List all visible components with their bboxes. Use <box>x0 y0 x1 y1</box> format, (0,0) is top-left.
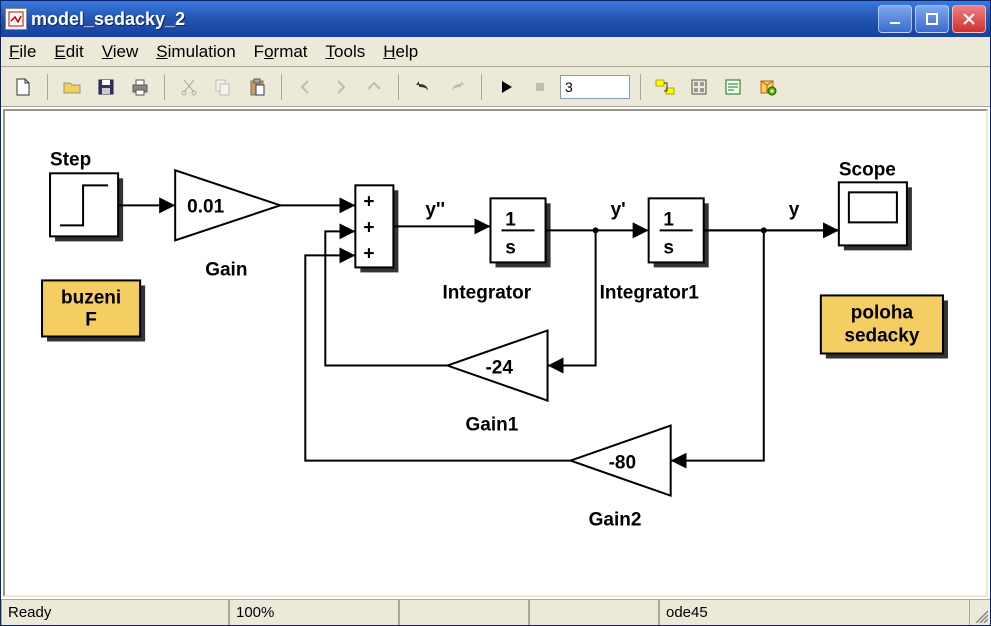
svg-text:poloha: poloha <box>851 302 914 323</box>
block-integrator[interactable]: 1 s Integrator <box>442 198 550 303</box>
svg-text:buzeni: buzeni <box>61 287 121 308</box>
svg-text:Integrator1: Integrator1 <box>600 282 700 303</box>
svg-text:Scope: Scope <box>839 159 896 180</box>
status-zoom: 100% <box>229 600 399 625</box>
app-window: model_sedacky_2 File Edit View Simulatio… <box>0 0 991 626</box>
svg-text:s: s <box>505 237 516 258</box>
note-poloha[interactable]: poloha sedacky <box>821 295 948 358</box>
redo-button[interactable] <box>443 73 471 101</box>
toolbar <box>1 67 990 107</box>
svg-text:-80: -80 <box>609 453 636 474</box>
up-button[interactable] <box>360 73 388 101</box>
svg-text:+: + <box>363 217 374 238</box>
svg-text:F: F <box>85 309 97 330</box>
model-canvas[interactable]: Step buzeni F 0.01 Gain <box>3 109 988 597</box>
block-gain2[interactable]: -80 Gain2 <box>571 426 671 531</box>
close-button[interactable] <box>952 5 986 33</box>
svg-text:Integrator: Integrator <box>442 282 531 303</box>
svg-text:+: + <box>363 243 374 264</box>
paste-button[interactable] <box>243 73 271 101</box>
diagram-svg: Step buzeni F 0.01 Gain <box>5 111 986 595</box>
svg-text:1: 1 <box>663 209 674 230</box>
svg-text:Gain: Gain <box>205 259 247 280</box>
svg-text:s: s <box>663 237 674 258</box>
menu-edit[interactable]: Edit <box>54 42 83 62</box>
wire-yp-gain1 <box>548 230 596 365</box>
svg-text:1: 1 <box>505 209 516 230</box>
menu-view[interactable]: View <box>102 42 139 62</box>
undo-button[interactable] <box>409 73 437 101</box>
stop-time-input[interactable] <box>560 75 630 99</box>
resize-grip[interactable] <box>970 600 990 625</box>
build-button[interactable] <box>685 73 713 101</box>
note-buzeni[interactable]: buzeni F <box>42 280 145 341</box>
open-button[interactable] <box>58 73 86 101</box>
maximize-button[interactable] <box>915 5 949 33</box>
svg-text:sedacky: sedacky <box>844 325 919 346</box>
titlebar: model_sedacky_2 <box>1 1 990 37</box>
start-sim-button[interactable] <box>492 73 520 101</box>
menu-format[interactable]: Format <box>254 42 308 62</box>
block-sum[interactable]: + + + <box>355 185 398 272</box>
forward-button[interactable] <box>326 73 354 101</box>
statusbar: Ready 100% ode45 <box>1 599 990 625</box>
print-button[interactable] <box>126 73 154 101</box>
app-icon <box>5 8 27 30</box>
save-button[interactable] <box>92 73 120 101</box>
status-ready: Ready <box>1 600 229 625</box>
status-cell-3 <box>399 600 529 625</box>
block-gain1[interactable]: -24 Gain1 <box>447 330 547 435</box>
svg-text:Gain2: Gain2 <box>589 510 642 531</box>
stop-sim-button[interactable] <box>526 73 554 101</box>
window-title: model_sedacky_2 <box>31 9 878 30</box>
new-button[interactable] <box>9 73 37 101</box>
svg-text:+: + <box>363 191 374 212</box>
copy-button[interactable] <box>209 73 237 101</box>
minimize-button[interactable] <box>878 5 912 33</box>
block-step[interactable]: Step <box>50 149 123 241</box>
label-yp: y' <box>611 199 626 220</box>
label-y: y <box>789 199 800 220</box>
label-ypp: y'' <box>425 199 445 220</box>
menu-simulation[interactable]: Simulation <box>156 42 235 62</box>
library-browser-button[interactable] <box>753 73 781 101</box>
menu-tools[interactable]: Tools <box>326 42 366 62</box>
menu-file[interactable]: File <box>9 42 36 62</box>
svg-text:0.01: 0.01 <box>187 196 224 217</box>
svg-text:Step: Step <box>50 149 91 170</box>
cut-button[interactable] <box>175 73 203 101</box>
model-browser-button[interactable] <box>719 73 747 101</box>
status-solver: ode45 <box>659 600 970 625</box>
svg-text:Gain1: Gain1 <box>465 415 518 436</box>
status-cell-4 <box>529 600 659 625</box>
block-scope[interactable]: Scope <box>839 159 912 250</box>
update-diagram-button[interactable] <box>651 73 679 101</box>
back-button[interactable] <box>292 73 320 101</box>
menubar: File Edit View Simulation Format Tools H… <box>1 37 990 67</box>
svg-text:-24: -24 <box>485 358 513 379</box>
block-gain[interactable]: 0.01 Gain <box>175 170 280 280</box>
menu-help[interactable]: Help <box>383 42 418 62</box>
